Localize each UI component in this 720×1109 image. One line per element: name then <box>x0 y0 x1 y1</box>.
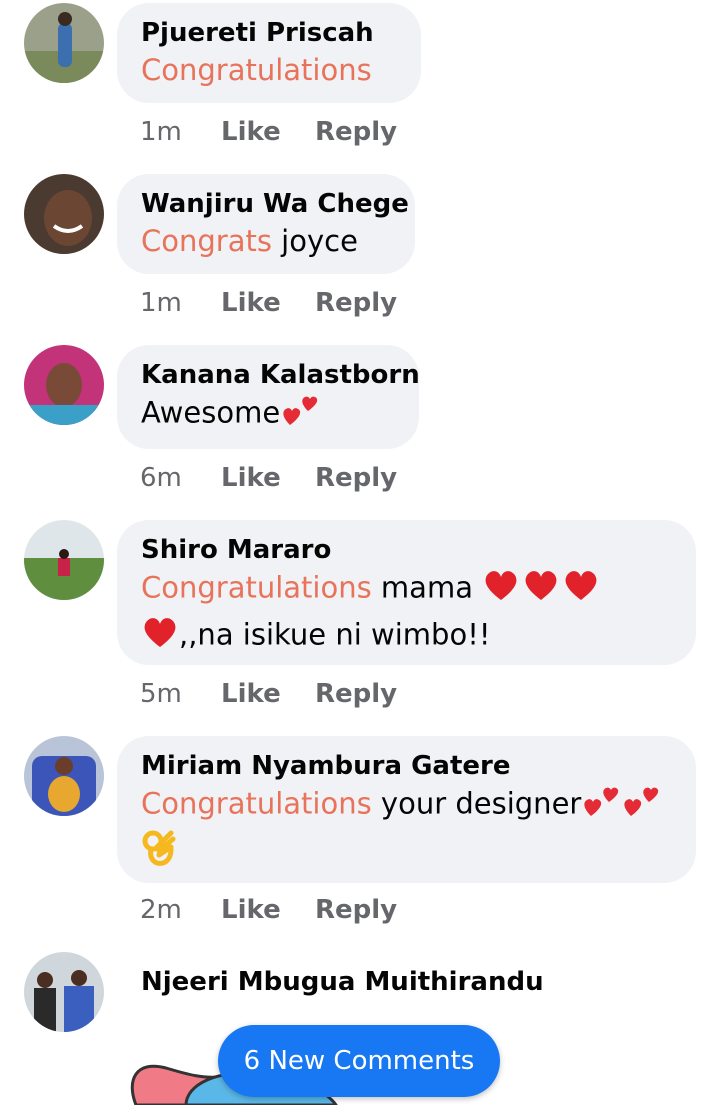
two-hearts-icon <box>280 391 320 438</box>
comment-text: Congrats joyce <box>141 224 358 258</box>
comment-bubble: Miriam Nyambura Gatere Congratulations y… <box>117 736 696 883</box>
comment-bubble: Shiro Mararo Congratulations mama ,,na i… <box>117 520 696 665</box>
comment-bubble: Pjuereti Priscah Congratulations <box>117 3 421 103</box>
comment-actions: 2m Like Reply <box>140 895 397 925</box>
avatar[interactable] <box>24 3 104 83</box>
like-button[interactable]: Like <box>221 679 315 709</box>
comment-text: Congratulations <box>141 49 397 91</box>
comment-actions: 1m Like Reply <box>140 288 397 318</box>
comment-text: Congratulations mama <box>141 566 672 613</box>
ok-hand-icon <box>141 829 177 878</box>
two-hearts-icon <box>581 782 621 829</box>
two-hearts-icon <box>621 782 661 829</box>
reply-button[interactable]: Reply <box>315 679 397 709</box>
comment-author[interactable]: Njeeri Mbugua Muithirandu <box>141 966 544 998</box>
comment-time[interactable]: 2m <box>140 895 221 925</box>
reply-button[interactable]: Reply <box>315 117 397 147</box>
reply-button[interactable]: Reply <box>315 288 397 318</box>
comment-text: Awesome <box>141 391 395 438</box>
avatar[interactable] <box>24 520 104 600</box>
like-button[interactable]: Like <box>221 895 315 925</box>
avatar[interactable] <box>24 174 104 254</box>
comment-time[interactable]: 1m <box>140 117 221 147</box>
reply-button[interactable]: Reply <box>315 895 397 925</box>
highlighted-text[interactable]: Congratulations <box>141 53 372 87</box>
avatar[interactable] <box>24 345 104 425</box>
like-button[interactable]: Like <box>221 463 315 493</box>
comment-text: Congratulations your designer <box>141 782 672 829</box>
comment-author[interactable]: Wanjiru Wa Chege <box>141 188 409 220</box>
comment-actions: 6m Like Reply <box>140 463 397 493</box>
comment-actions: 5m Like Reply <box>140 679 397 709</box>
comment-author[interactable]: Pjuereti Priscah <box>141 17 397 49</box>
new-comments-button[interactable]: 6 New Comments <box>218 1025 500 1097</box>
reply-button[interactable]: Reply <box>315 463 397 493</box>
highlighted-text[interactable]: Congratulations <box>141 787 372 821</box>
comment-author[interactable]: Shiro Mararo <box>141 534 672 566</box>
like-button[interactable]: Like <box>221 117 315 147</box>
like-button[interactable]: Like <box>221 288 315 318</box>
comment-text-line2: ,,na isikue ni wimbo!! <box>141 613 672 660</box>
comment-time[interactable]: 6m <box>140 463 221 493</box>
comment-text-line2 <box>141 829 672 878</box>
comment-bubble: Kanana Kalastborn Awesome <box>117 345 420 449</box>
comment-author[interactable]: Miriam Nyambura Gatere <box>141 750 672 782</box>
avatar[interactable] <box>24 952 104 1032</box>
heart-icon <box>141 613 179 660</box>
comment-author[interactable]: Kanana Kalastborn <box>141 359 420 391</box>
comment-bubble: Wanjiru Wa Chege Congrats joyce <box>117 174 415 274</box>
heart-icon <box>482 566 602 613</box>
comment-time[interactable]: 1m <box>140 288 221 318</box>
avatar[interactable] <box>24 736 104 816</box>
comment-actions: 1m Like Reply <box>140 117 397 147</box>
comment-time[interactable]: 5m <box>140 679 221 709</box>
highlighted-text[interactable]: Congratulations <box>141 571 372 605</box>
highlighted-text[interactable]: Congrats <box>141 224 272 258</box>
